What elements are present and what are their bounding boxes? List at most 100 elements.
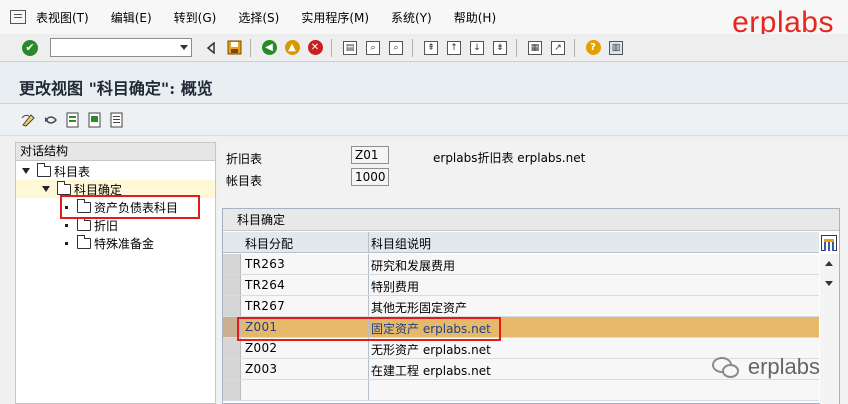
menu-help[interactable]: 帮助(H): [454, 9, 496, 26]
cancel-icon[interactable]: ✕: [306, 39, 324, 57]
bullet-icon: [65, 223, 68, 227]
wechat-icon: [711, 355, 742, 379]
command-field[interactable]: [50, 38, 192, 57]
folder-open-icon: [57, 180, 71, 195]
column-divider: [368, 338, 369, 358]
menu-bar: 表视图(T) 编辑(E) 转到(G) 选择(S) 实用程序(M) 系统(Y) 帮…: [0, 0, 848, 39]
menu-table-view[interactable]: 表视图(T): [36, 9, 89, 26]
exit-icon[interactable]: ▲: [283, 39, 301, 57]
application-toolbar: [0, 104, 848, 136]
last-page-icon[interactable]: ⇟: [491, 39, 509, 57]
chevron-down-icon[interactable]: [180, 45, 188, 50]
row-selector[interactable]: [223, 338, 241, 358]
help-icon[interactable]: ?: [584, 39, 602, 57]
column-divider: [368, 359, 369, 379]
table-settings-icon[interactable]: [821, 235, 837, 251]
annotation-highlight-box: [237, 317, 501, 341]
title-bar: 更改视图 "科目确定": 概览: [0, 62, 848, 104]
next-page-icon[interactable]: ↓: [468, 39, 486, 57]
deselect-all-icon[interactable]: [108, 111, 126, 129]
prev-page-icon[interactable]: ↑: [445, 39, 463, 57]
table-row[interactable]: TR263 研究和发展费用: [223, 254, 819, 275]
layout-icon[interactable]: ▥: [607, 39, 625, 57]
save-icon[interactable]: [225, 39, 243, 57]
toolbar-divider: [331, 38, 332, 57]
column-divider: [368, 232, 369, 252]
row-selector[interactable]: [223, 380, 241, 400]
back-icon[interactable]: [202, 39, 220, 57]
bullet-icon: [65, 241, 68, 245]
expand-arrow-icon[interactable]: [42, 186, 50, 192]
menu-system[interactable]: 系统(Y): [391, 9, 432, 26]
folder-icon: [77, 234, 91, 249]
toolbar-divider: [250, 38, 251, 57]
scroll-down-icon[interactable]: [825, 281, 833, 286]
vertical-scrollbar[interactable]: [820, 254, 839, 404]
description-cell: 在建工程 erplabs.net: [371, 364, 491, 378]
account-allocation-cell: TR263: [245, 257, 286, 271]
watermark: erplabs: [711, 354, 820, 380]
table-row[interactable]: TR264 特别费用: [223, 275, 819, 296]
column-divider: [368, 296, 369, 316]
menu-utilities[interactable]: 实用程序(M): [301, 9, 369, 26]
display-change-icon[interactable]: [20, 111, 38, 129]
find-icon[interactable]: ⌕: [364, 39, 382, 57]
account-allocation-cell: Z003: [245, 362, 278, 376]
description-cell: 无形资产 erplabs.net: [371, 343, 491, 357]
description-cell: 研究和发展费用: [371, 259, 456, 273]
first-page-icon[interactable]: ⇞: [422, 39, 440, 57]
select-block-icon[interactable]: [86, 111, 104, 129]
description-cell: 特别费用: [371, 280, 420, 294]
toolbar-divider: [574, 38, 575, 57]
page-title: 更改视图 "科目确定": 概览: [19, 79, 213, 98]
table-header: 科目分配 科目组说明: [223, 232, 819, 253]
column-header-account-allocation[interactable]: 科目分配: [245, 235, 293, 252]
tree-node-label: 折旧: [94, 218, 119, 233]
chart-of-accounts-field[interactable]: 1000: [351, 168, 389, 186]
folder-icon: [37, 162, 51, 177]
toolbar-divider: [412, 38, 413, 57]
table-row[interactable]: TR267 其他无形固定资产: [223, 296, 819, 317]
column-header-description[interactable]: 科目组说明: [371, 235, 431, 252]
undo-icon[interactable]: [42, 111, 60, 129]
row-selector[interactable]: [223, 296, 241, 316]
depreciation-area-label: 折旧表: [226, 152, 263, 166]
menu-goto[interactable]: 转到(G): [174, 9, 217, 26]
account-allocation-cell: TR264: [245, 278, 286, 292]
watermark-text: erplabs: [747, 354, 820, 379]
row-selector[interactable]: [223, 275, 241, 295]
depreciation-area-field[interactable]: Z01: [351, 146, 389, 164]
print-icon[interactable]: ▤: [341, 39, 359, 57]
tree-node-special-reserves[interactable]: 特殊准备金: [63, 234, 154, 252]
dialog-structure-tree: 对话结构 科目表 科目确定 资产负债表科目 折旧 特殊准备金: [15, 142, 216, 404]
tree-node-label: 科目表: [54, 164, 91, 179]
column-divider: [368, 254, 369, 274]
description-cell: 其他无形固定资产: [371, 301, 468, 315]
select-all-icon[interactable]: [64, 111, 82, 129]
table-title: 科目确定: [223, 209, 839, 231]
tree-node-label: 特殊准备金: [94, 236, 155, 251]
new-session-icon[interactable]: ▦: [526, 39, 544, 57]
table-row-empty[interactable]: [223, 380, 819, 401]
column-divider: [368, 275, 369, 295]
expand-arrow-icon[interactable]: [22, 168, 30, 174]
row-selector[interactable]: [223, 254, 241, 274]
scroll-up-icon[interactable]: [825, 261, 833, 266]
chart-of-accounts-label: 帐目表: [226, 174, 263, 188]
standard-toolbar: ✔ ◀ ▲ ✕ ▤ ⌕ ⌕ ⇞ ↑ ↓ ⇟ ▦ ↗ ? ▥: [0, 34, 848, 62]
back-green-icon[interactable]: ◀: [260, 39, 278, 57]
row-selector[interactable]: [223, 359, 241, 379]
menu-selection[interactable]: 选择(S): [238, 9, 279, 26]
toolbar-divider: [516, 38, 517, 57]
annotation-highlight-box: [60, 195, 200, 219]
find-next-icon[interactable]: ⌕: [387, 39, 405, 57]
system-menu-icon[interactable]: [10, 10, 26, 24]
shortcut-icon[interactable]: ↗: [549, 39, 567, 57]
depreciation-area-description: erplabs折旧表 erplabs.net: [433, 151, 586, 165]
account-allocation-cell: Z002: [245, 341, 278, 355]
account-allocation-cell: TR267: [245, 299, 286, 313]
menu-edit[interactable]: 编辑(E): [111, 9, 152, 26]
check-icon[interactable]: ✔: [22, 39, 38, 56]
column-divider: [368, 380, 369, 400]
tree-node-chart-of-accounts[interactable]: 科目表: [22, 162, 90, 180]
